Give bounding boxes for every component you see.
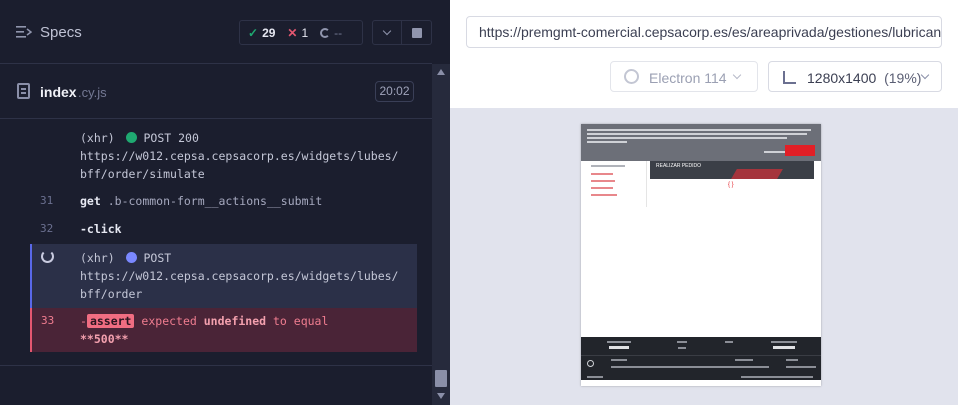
command-xhr-order-pending[interactable]: (xhr) POST https://w012.cepsa.cepsacorp.… <box>30 244 417 308</box>
spec-file-row[interactable]: index .cy.js 20:02 <box>0 65 432 119</box>
specs-list-icon[interactable] <box>16 25 32 39</box>
hero-image <box>731 169 783 179</box>
specs-title[interactable]: Specs <box>40 24 82 41</box>
xhr-prefix: (xhr) <box>80 251 115 265</box>
test-stats: ✓ 29 ✕ 1 -- <box>239 20 363 45</box>
scrollbar-thumb[interactable] <box>435 370 447 387</box>
cookie-settings-link[interactable] <box>764 151 786 153</box>
command-name: get <box>80 194 101 208</box>
reporter-panel: Specs ✓ 29 ✕ 1 -- index .cy.js 20:02 (xh… <box>0 0 450 405</box>
preview-hero: REALIZAR PEDIDO <box>650 161 814 179</box>
assert-actual-value: undefined <box>203 314 267 328</box>
scroll-up-arrow-icon[interactable] <box>437 69 445 75</box>
chevron-down-icon <box>920 70 930 80</box>
aut-panel: https://premgmt-comercial.cepsacorp.es/e… <box>450 0 958 405</box>
reporter-scrollbar[interactable] <box>432 64 450 405</box>
reporter-footer-divider <box>0 365 432 366</box>
assert-expected-value: **500** <box>80 332 129 346</box>
browser-selector[interactable]: Electron 114 <box>610 61 758 92</box>
command-number: 31 <box>40 194 54 207</box>
xhr-url-line: bff/order/simulate <box>80 167 205 181</box>
document-icon <box>17 83 30 99</box>
status-pending-icon <box>125 252 137 263</box>
footer-logo-icon <box>587 360 594 367</box>
xhr-url-line: bff/order <box>80 287 143 301</box>
command-assert-failed[interactable]: 33 - assert expected undefined to equal *… <box>30 308 417 352</box>
xhr-url-line: https://w012.cepsa.cepsacorp.es/widgets/… <box>80 149 399 163</box>
chevron-down-icon <box>732 70 742 80</box>
command-click[interactable]: 32 -click <box>30 214 417 244</box>
electron-browser-icon <box>624 69 639 84</box>
xhr-method: POST 200 <box>143 131 199 145</box>
check-icon: ✓ <box>248 25 259 40</box>
assert-badge: assert <box>86 314 135 328</box>
command-number: 32 <box>40 222 54 235</box>
cookie-banner <box>581 124 821 161</box>
browser-label: Electron 114 <box>649 70 727 86</box>
status-success-icon <box>125 132 137 143</box>
preview-sidebar <box>587 161 647 207</box>
viewport-label: 1280x1400 (19%) <box>807 70 922 86</box>
spec-file-name: index <box>40 84 77 100</box>
assert-expected: expected <box>141 314 197 328</box>
preview-loader: { } <box>728 182 734 188</box>
reporter-header: Specs ✓ 29 ✕ 1 -- <box>0 0 432 64</box>
stop-icon <box>412 28 422 38</box>
viewport-selector[interactable]: 1280x1400 (19%) <box>768 61 942 92</box>
failed-count: 1 <box>301 25 309 40</box>
assert-to-equal: to equal <box>273 314 329 328</box>
command-dash: - <box>80 314 87 328</box>
xhr-method: POST <box>143 251 172 265</box>
aut-url-bar[interactable]: https://premgmt-comercial.cepsacorp.es/e… <box>466 16 942 48</box>
command-number: 33 <box>41 314 55 327</box>
options-dropdown-button[interactable] <box>372 20 402 45</box>
hero-title: REALIZAR PEDIDO <box>656 163 702 169</box>
pending-spinner-icon <box>320 27 331 38</box>
spec-file-ext: .cy.js <box>78 85 107 100</box>
passed-count: 29 <box>262 25 276 40</box>
chevron-down-icon <box>382 26 392 36</box>
viewport-ruler-icon <box>783 71 796 84</box>
cross-icon: ✕ <box>287 25 298 40</box>
aut-iframe-preview[interactable]: REALIZAR PEDIDO { } <box>581 124 821 386</box>
command-argument: .b-common-form__actions__submit <box>107 194 323 208</box>
command-get[interactable]: 31 get .b-common-form__actions__submit <box>30 186 417 214</box>
stop-button[interactable] <box>402 20 432 45</box>
command-xhr-simulate[interactable]: (xhr) POST 200 https://w012.cepsa.cepsac… <box>30 120 417 186</box>
xhr-url-line: https://w012.cepsa.cepsacorp.es/widgets/… <box>80 269 399 283</box>
preview-footer <box>581 337 821 386</box>
spec-duration: 20:02 <box>375 81 414 102</box>
loading-spinner-icon <box>41 250 54 263</box>
command-name: -click <box>80 222 122 236</box>
pending-count: -- <box>334 25 343 40</box>
xhr-prefix: (xhr) <box>80 131 115 145</box>
cookie-accept-button[interactable] <box>785 145 815 156</box>
scroll-down-arrow-icon[interactable] <box>437 393 445 399</box>
preview-bottom-strip <box>581 380 821 386</box>
command-log: (xhr) POST 200 https://w012.cepsa.cepsac… <box>30 120 417 352</box>
